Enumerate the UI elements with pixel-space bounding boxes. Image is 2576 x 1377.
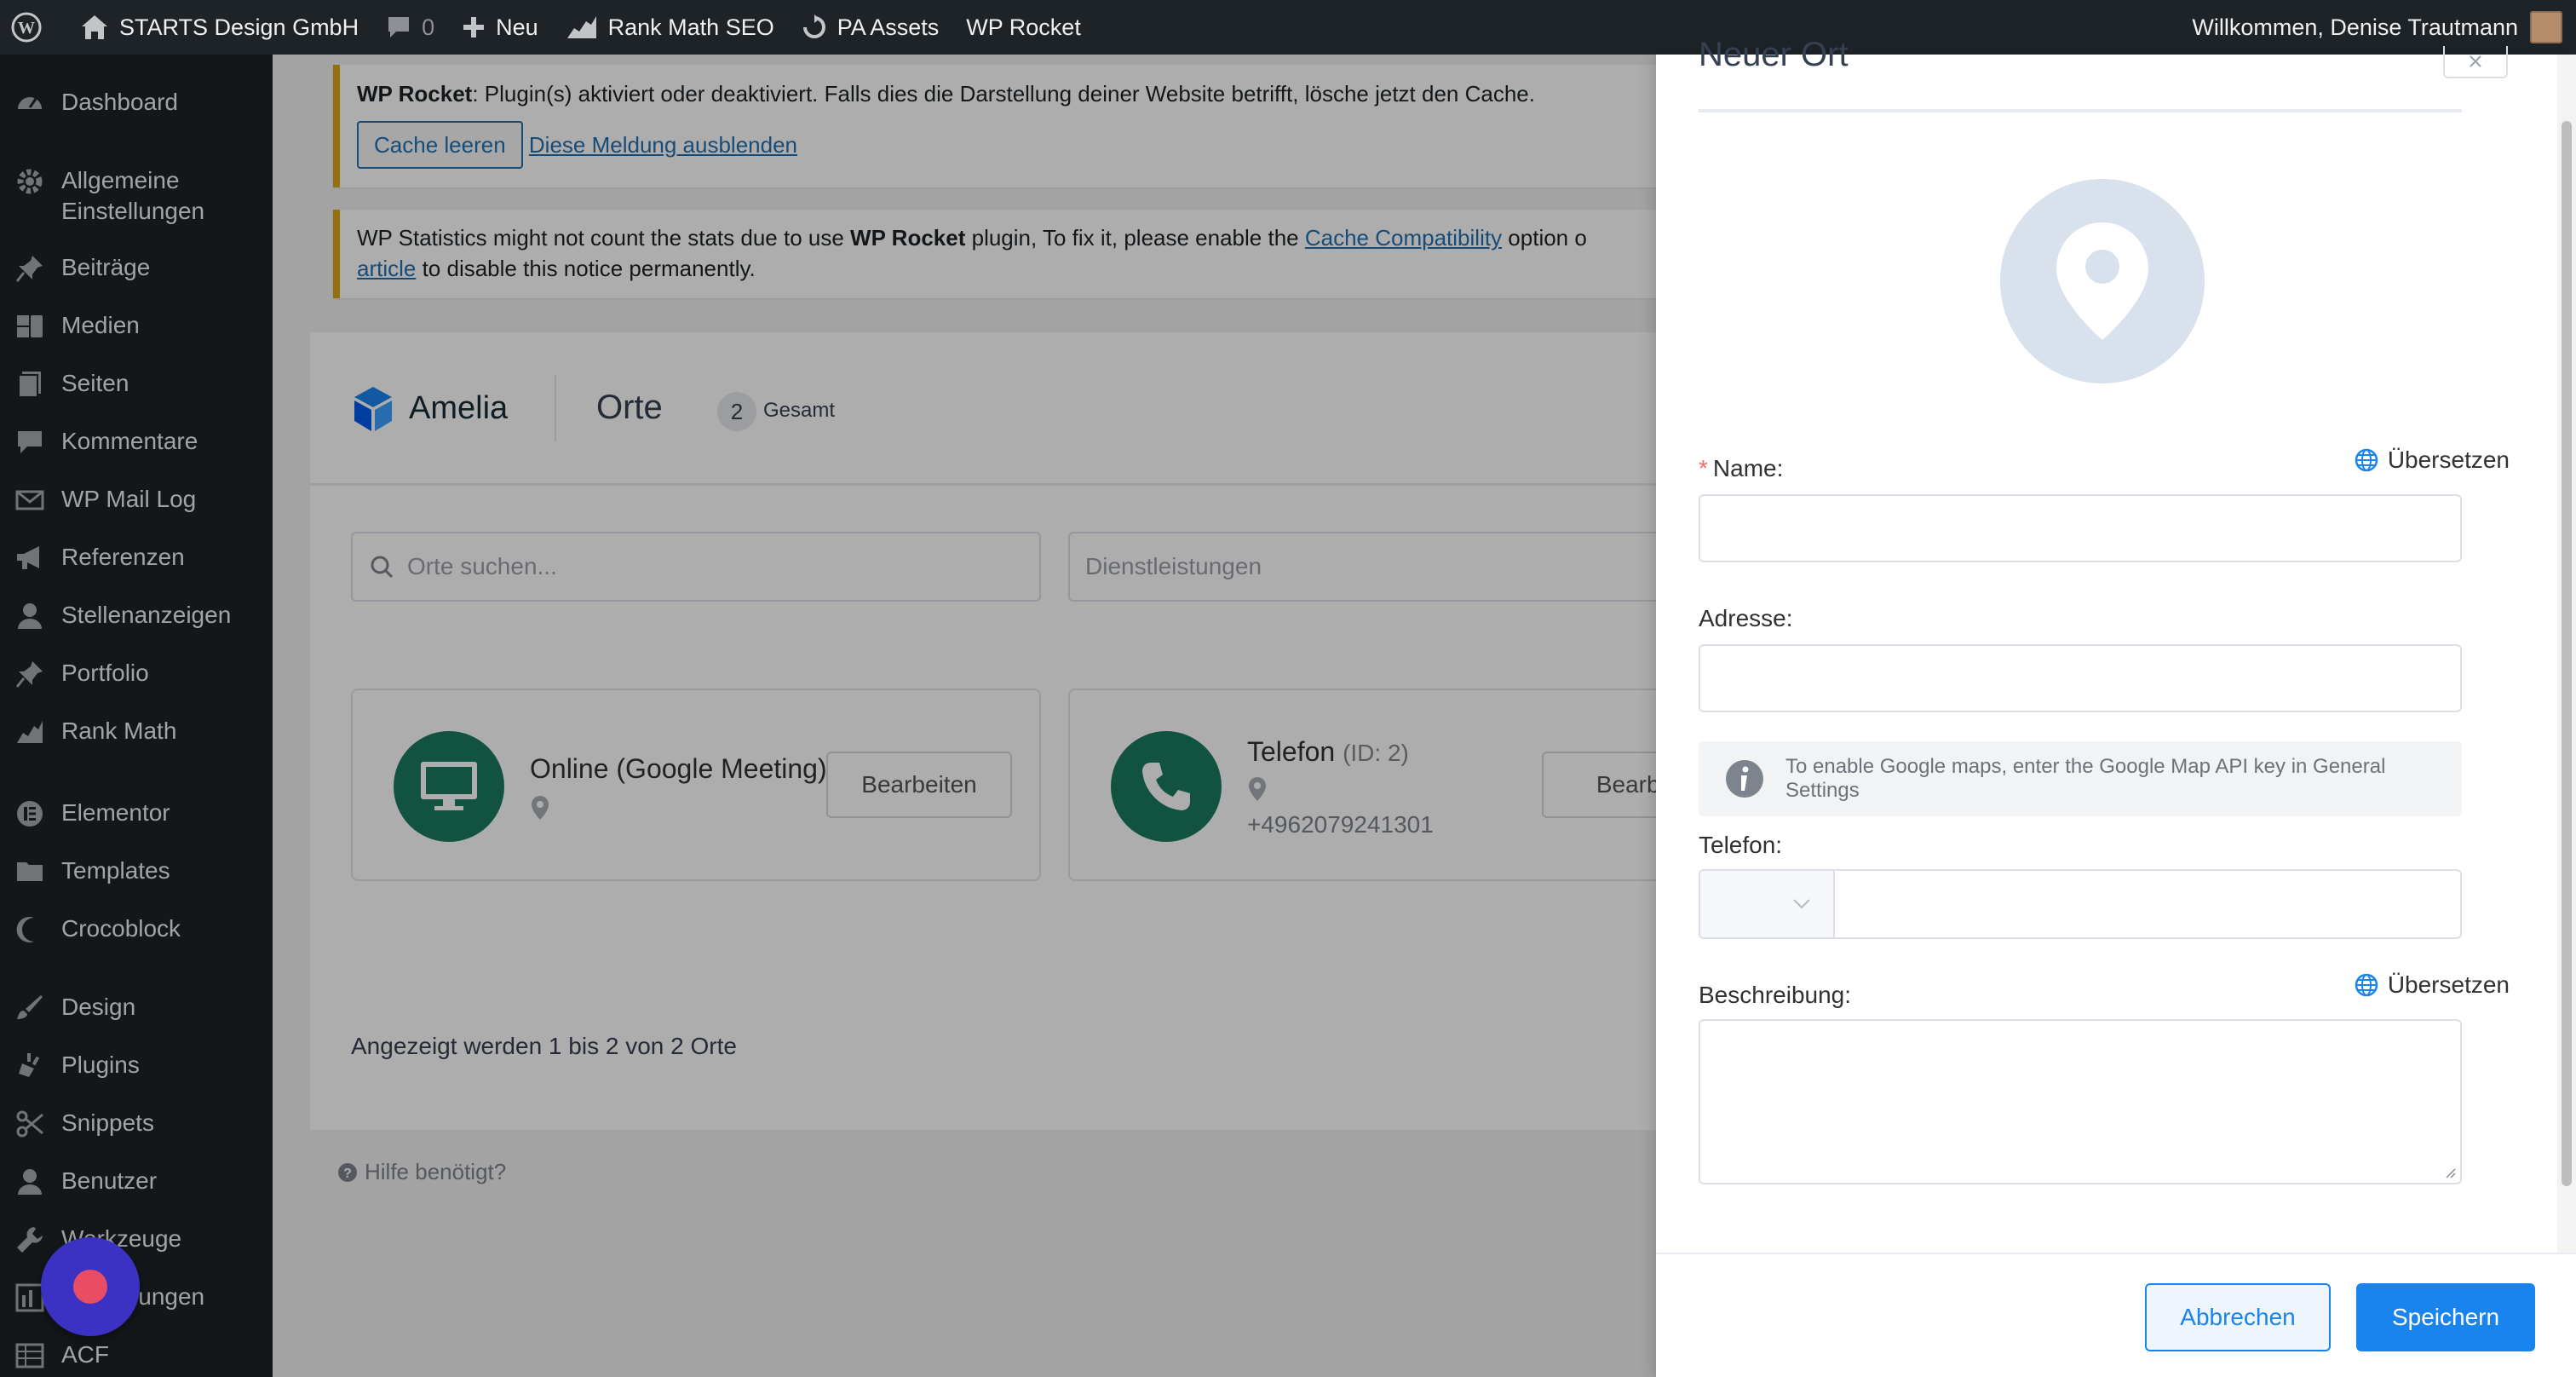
drawer-scrollbar[interactable] <box>2557 55 2576 1253</box>
home-icon <box>80 14 109 41</box>
resize-handle-icon[interactable] <box>2443 1166 2457 1179</box>
new-label: Neu <box>496 14 538 40</box>
map-pin-icon <box>2053 219 2152 343</box>
comment-icon <box>386 14 411 40</box>
translate-name-button[interactable]: Übersetzen <box>2354 447 2510 474</box>
address-input[interactable] <box>1699 644 2462 712</box>
drawer-footer: Abbrechen Speichern <box>1656 1253 2576 1377</box>
pa-assets-link[interactable]: PA Assets <box>788 0 953 55</box>
globe-icon <box>2354 972 2379 998</box>
phone-field <box>1699 869 2462 939</box>
scrollbar-thumb[interactable] <box>2562 121 2572 1186</box>
greeting: Willkommen, Denise Trautmann <box>2192 14 2518 40</box>
phone-input[interactable] <box>1835 871 2460 937</box>
country-code-select[interactable] <box>1700 871 1835 937</box>
description-label: Beschreibung: <box>1699 982 1852 1008</box>
description-textarea[interactable] <box>1699 1019 2462 1184</box>
chevron-down-icon <box>1792 898 1811 910</box>
globe-icon <box>2354 447 2379 473</box>
location-image-placeholder[interactable] <box>2000 179 2205 383</box>
refresh-icon <box>802 14 827 40</box>
comments-count: 0 <box>422 14 435 40</box>
close-icon <box>2469 55 2482 68</box>
site-name: STARTS Design GmbH <box>119 14 359 40</box>
pa-assets-label: PA Assets <box>837 14 940 40</box>
record-icon <box>73 1270 107 1304</box>
translate-label: Übersetzen <box>2387 447 2510 473</box>
rank-math-icon <box>566 14 598 40</box>
wordpress-icon: W <box>10 11 43 43</box>
phone-label: Telefon: <box>1699 832 1783 858</box>
name-input[interactable] <box>1699 494 2462 562</box>
svg-text:W: W <box>18 19 35 37</box>
avatar <box>2530 11 2562 43</box>
google-maps-info: To enable Google maps, enter the Google … <box>1699 741 2462 816</box>
cancel-button[interactable]: Abbrechen <box>2145 1283 2331 1351</box>
admin-bar: W STARTS Design GmbH 0 Neu Rank Math SEO… <box>0 0 2576 55</box>
comments-link[interactable]: 0 <box>372 0 448 55</box>
name-label: * Name: <box>1699 455 1784 481</box>
address-label: Adresse: <box>1699 605 1793 631</box>
drawer-header-divider <box>1699 109 2462 112</box>
new-location-drawer: Neuer Ort * Name: Übersetzen Adresse: To … <box>1656 36 2576 1377</box>
drawer-title: Neuer Ort <box>1699 36 1849 73</box>
plus-icon <box>462 15 486 39</box>
site-name-link[interactable]: STARTS Design GmbH <box>66 0 372 55</box>
info-icon <box>1724 758 1765 799</box>
wp-rocket-label: WP Rocket <box>966 14 1081 40</box>
new-content-link[interactable]: Neu <box>448 0 552 55</box>
translate-description-button[interactable]: Übersetzen <box>2354 971 2510 999</box>
translate-label: Übersetzen <box>2387 971 2510 998</box>
save-button[interactable]: Speichern <box>2356 1283 2535 1351</box>
record-button[interactable] <box>41 1237 140 1336</box>
wp-rocket-link[interactable]: WP Rocket <box>952 0 1095 55</box>
info-text: To enable Google maps, enter the Google … <box>1785 755 2386 802</box>
wordpress-logo-button[interactable]: W <box>0 0 66 55</box>
rank-math-link[interactable]: Rank Math SEO <box>552 0 788 55</box>
rank-math-label: Rank Math SEO <box>607 14 774 40</box>
name-label-text: Name: <box>1712 455 1784 481</box>
close-button[interactable] <box>2443 46 2508 78</box>
